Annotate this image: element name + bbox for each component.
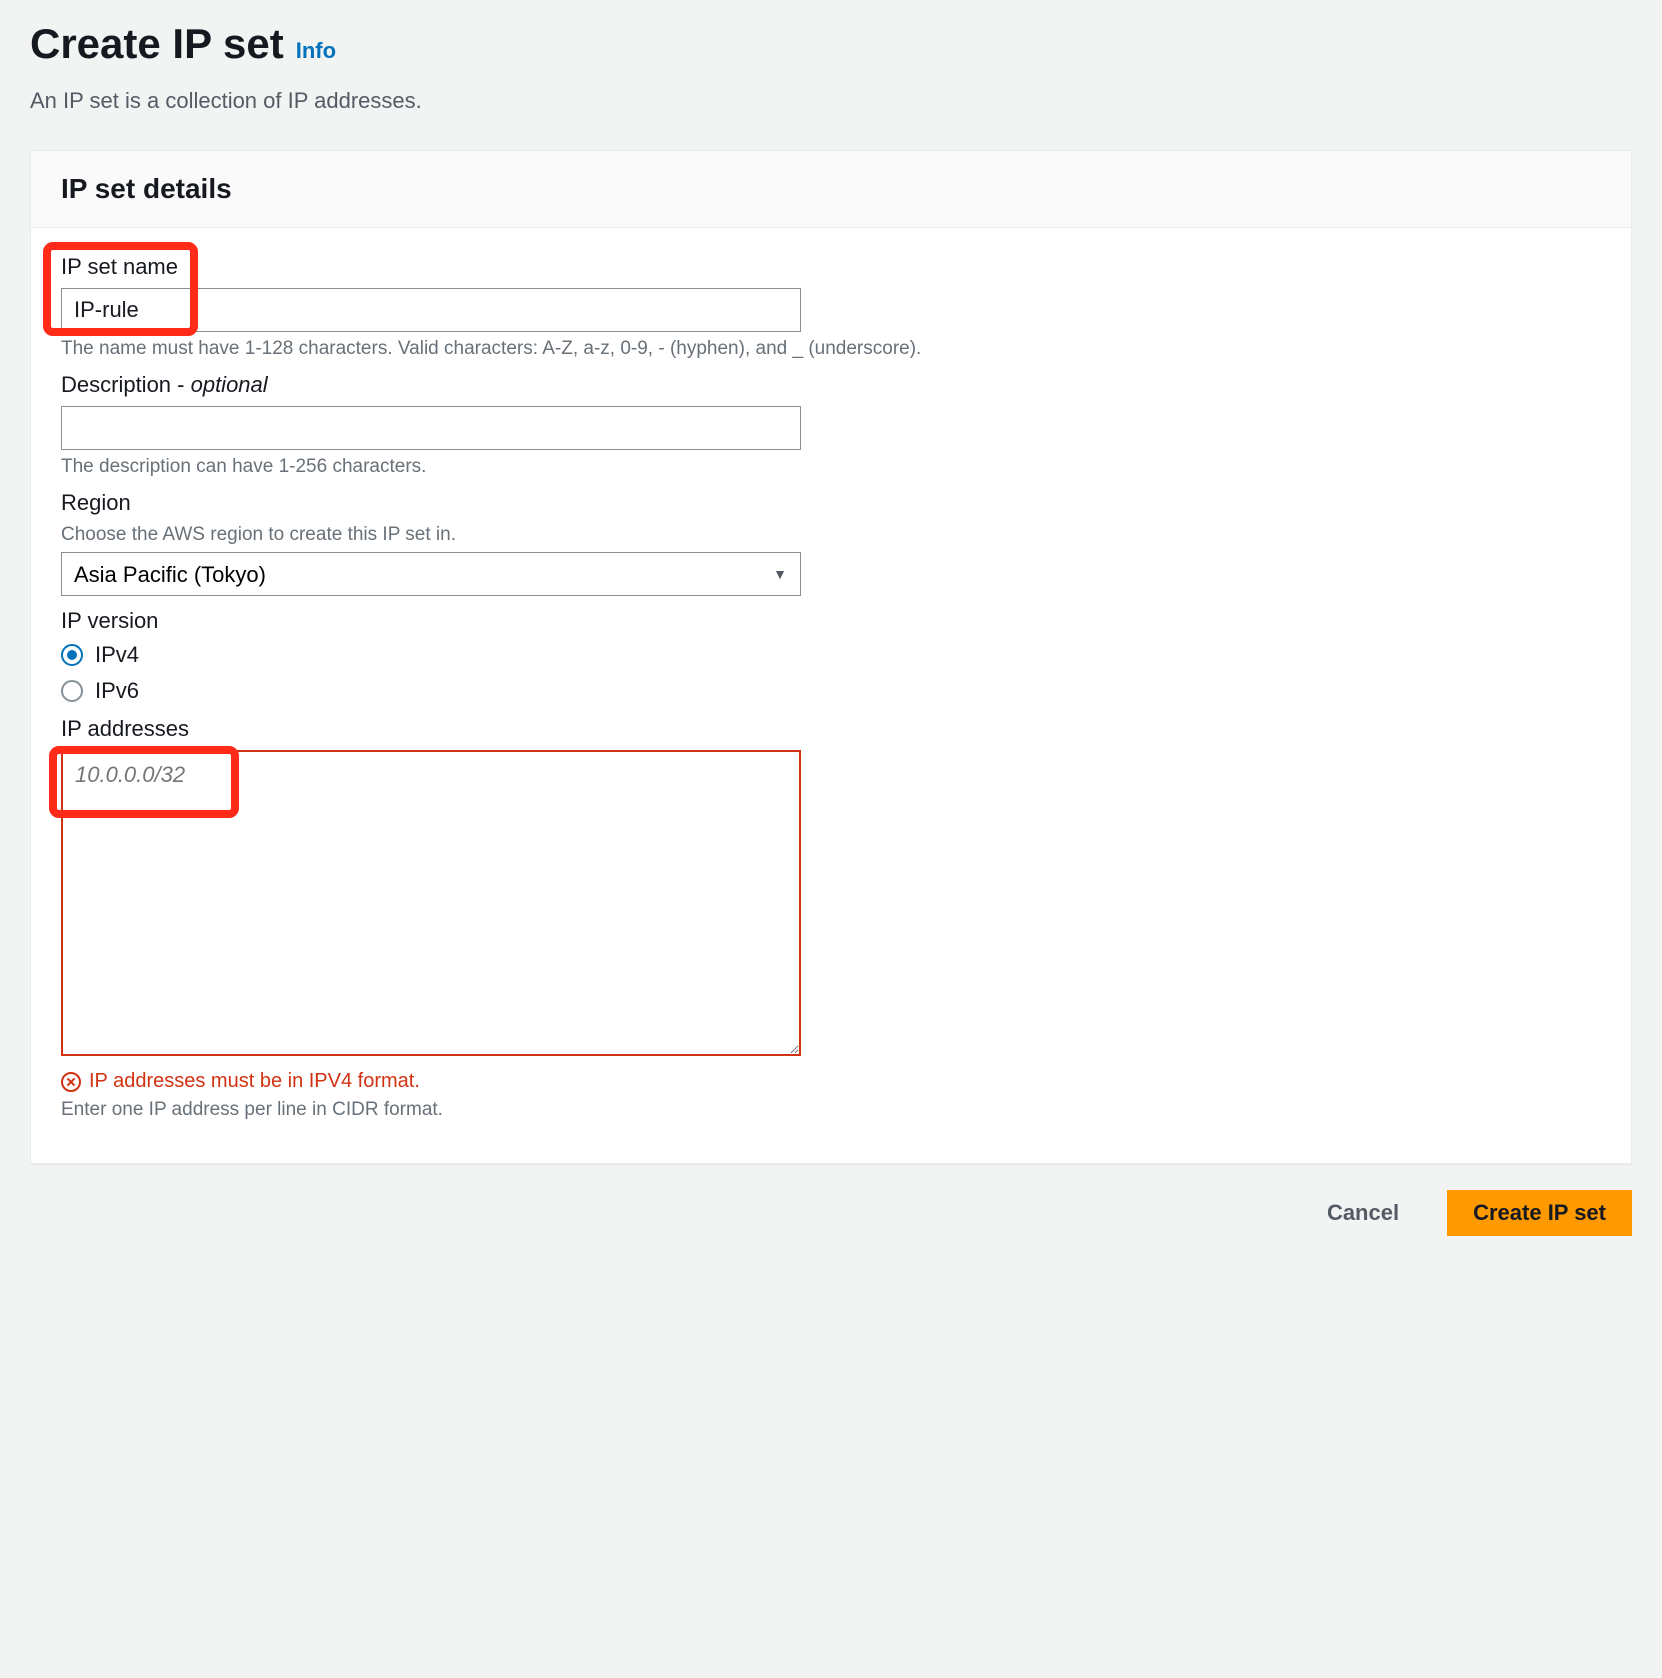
ipset-details-panel: IP set details IP set name The name must… (30, 150, 1632, 1164)
region-select-wrap: Asia Pacific (Tokyo) ▼ (61, 552, 801, 596)
ipaddresses-label: IP addresses (61, 716, 1601, 742)
description-hint: The description can have 1-256 character… (61, 456, 1601, 478)
page-title: Create IP set (30, 20, 284, 68)
description-optional: optional (191, 372, 268, 397)
panel-header: IP set details (31, 151, 1631, 228)
region-select[interactable]: Asia Pacific (Tokyo) (61, 552, 801, 596)
region-label: Region (61, 490, 1601, 516)
error-icon (61, 1072, 81, 1092)
create-button[interactable]: Create IP set (1447, 1190, 1632, 1236)
ipset-name-hint: The name must have 1-128 characters. Val… (61, 338, 1601, 360)
panel-body: IP set name The name must have 1-128 cha… (31, 228, 1631, 1163)
ipset-name-group: IP set name The name must have 1-128 cha… (61, 254, 1601, 360)
ipaddresses-hint: Enter one IP address per line in CIDR fo… (61, 1099, 1601, 1121)
ipaddresses-error-row: IP addresses must be in IPV4 format. (61, 1070, 1601, 1093)
ipset-name-label: IP set name (61, 254, 1601, 280)
region-hint: Choose the AWS region to create this IP … (61, 524, 1601, 546)
ipset-name-input[interactable] (61, 288, 801, 332)
page-subtitle: An IP set is a collection of IP addresse… (30, 88, 1632, 114)
ipaddresses-textarea[interactable] (61, 750, 801, 1056)
page-header: Create IP set Info (30, 20, 1632, 68)
radio-ipv4[interactable] (61, 644, 83, 666)
ipversion-group: IP version IPv4 IPv6 (61, 608, 1601, 704)
info-link[interactable]: Info (296, 38, 336, 64)
panel-title: IP set details (61, 173, 1601, 205)
ipaddresses-group: IP addresses IP addresses must be in IPV… (61, 716, 1601, 1121)
ipaddresses-error-text: IP addresses must be in IPV4 format. (89, 1070, 420, 1093)
description-label: Description - optional (61, 372, 1601, 398)
cancel-button[interactable]: Cancel (1301, 1190, 1425, 1236)
description-group: Description - optional The description c… (61, 372, 1601, 478)
description-input[interactable] (61, 406, 801, 450)
radio-ipv4-label: IPv4 (95, 642, 139, 668)
footer-actions: Cancel Create IP set (30, 1190, 1632, 1236)
region-group: Region Choose the AWS region to create t… (61, 490, 1601, 596)
description-label-text: Description - (61, 372, 191, 397)
radio-ipv4-row[interactable]: IPv4 (61, 642, 1601, 668)
radio-ipv6-row[interactable]: IPv6 (61, 678, 1601, 704)
radio-ipv6-label: IPv6 (95, 678, 139, 704)
radio-ipv6[interactable] (61, 680, 83, 702)
ipversion-label: IP version (61, 608, 1601, 634)
